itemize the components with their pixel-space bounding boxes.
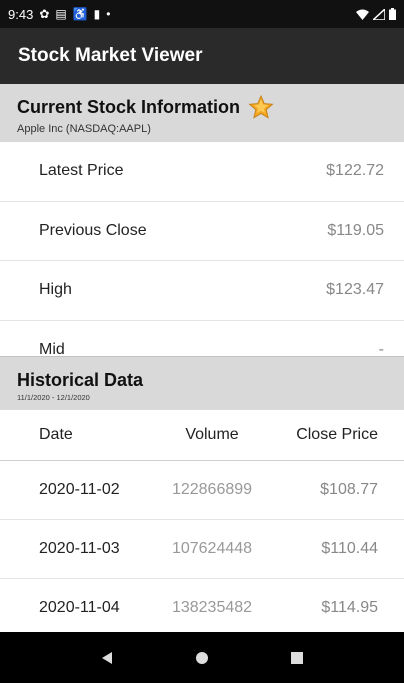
column-header-close-price: Close Price bbox=[296, 426, 378, 443]
cell-close-price: $110.44 bbox=[321, 540, 378, 557]
info-value: $119.05 bbox=[327, 221, 384, 239]
info-label: High bbox=[39, 281, 72, 299]
current-stock-header: Current Stock Information Apple Inc (NAS… bbox=[0, 84, 404, 142]
app-title: Stock Market Viewer bbox=[18, 45, 203, 66]
cell-date: 2020-11-04 bbox=[39, 599, 120, 616]
info-label: Previous Close bbox=[39, 221, 147, 239]
cell-volume: 107624448 bbox=[171, 540, 253, 557]
navigation-bar bbox=[0, 632, 404, 683]
home-icon bbox=[195, 651, 208, 664]
column-header-volume: Volume bbox=[185, 426, 239, 443]
info-label: Latest Price bbox=[39, 162, 124, 180]
info-row-mid: Mid - bbox=[0, 321, 404, 356]
info-row-previous-close: Previous Close $119.05 bbox=[0, 202, 404, 261]
status-bar: 9:43 ✿ ▤ ♿ ▮ • bbox=[0, 0, 404, 28]
back-button[interactable] bbox=[87, 638, 127, 678]
recents-icon bbox=[290, 651, 303, 664]
info-value: $123.47 bbox=[326, 281, 384, 299]
cell-volume: 122866899 bbox=[171, 481, 253, 498]
stock-info-list[interactable]: Latest Price $122.72 Previous Close $119… bbox=[0, 142, 404, 356]
battery-icon bbox=[389, 8, 396, 20]
recents-button[interactable] bbox=[277, 638, 317, 678]
cell-volume: 138235482 bbox=[171, 599, 253, 616]
historical-data-header: Historical Data 11/1/2020 - 12/1/2020 bbox=[0, 356, 404, 410]
cell-date: 2020-11-03 bbox=[39, 540, 120, 557]
current-stock-title: Current Stock Information bbox=[17, 96, 241, 117]
table-header: Date Volume Close Price bbox=[0, 410, 404, 461]
info-value: $122.72 bbox=[326, 162, 384, 180]
current-stock-subtitle: Apple Inc (NASDAQ:AAPL) bbox=[17, 123, 151, 135]
signal-icon bbox=[373, 8, 385, 20]
settings-icon: ✿ bbox=[39, 7, 50, 21]
cell-date: 2020-11-02 bbox=[39, 481, 120, 498]
historical-table[interactable]: 2020-11-02 122866899 $108.77 2020-11-03 … bbox=[0, 461, 404, 632]
table-row: 2020-11-02 122866899 $108.77 bbox=[0, 461, 404, 520]
table-row: 2020-11-04 138235482 $114.95 bbox=[0, 579, 404, 632]
info-row-latest-price: Latest Price $122.72 bbox=[0, 142, 404, 202]
info-label: Mid bbox=[39, 340, 65, 356]
star-icon[interactable] bbox=[248, 94, 274, 120]
message-icon: ▤ bbox=[55, 7, 67, 21]
dot-icon: • bbox=[106, 7, 111, 21]
table-row: 2020-11-03 107624448 $110.44 bbox=[0, 520, 404, 579]
home-button[interactable] bbox=[182, 638, 222, 678]
back-icon bbox=[102, 651, 113, 664]
wifi-icon bbox=[356, 9, 369, 20]
app-bar: Stock Market Viewer bbox=[0, 28, 404, 84]
info-row-high: High $123.47 bbox=[0, 261, 404, 321]
cell-close-price: $108.77 bbox=[320, 481, 378, 498]
column-header-date: Date bbox=[39, 426, 73, 443]
status-time: 9:43 bbox=[8, 6, 34, 22]
sd-card-icon: ▮ bbox=[93, 7, 101, 21]
historical-data-title: Historical Data bbox=[17, 370, 144, 390]
info-value: - bbox=[378, 340, 384, 356]
cell-close-price: $114.95 bbox=[321, 599, 378, 616]
historical-date-range: 11/1/2020 - 12/1/2020 bbox=[17, 393, 90, 402]
accessibility-icon: ♿ bbox=[72, 7, 88, 21]
